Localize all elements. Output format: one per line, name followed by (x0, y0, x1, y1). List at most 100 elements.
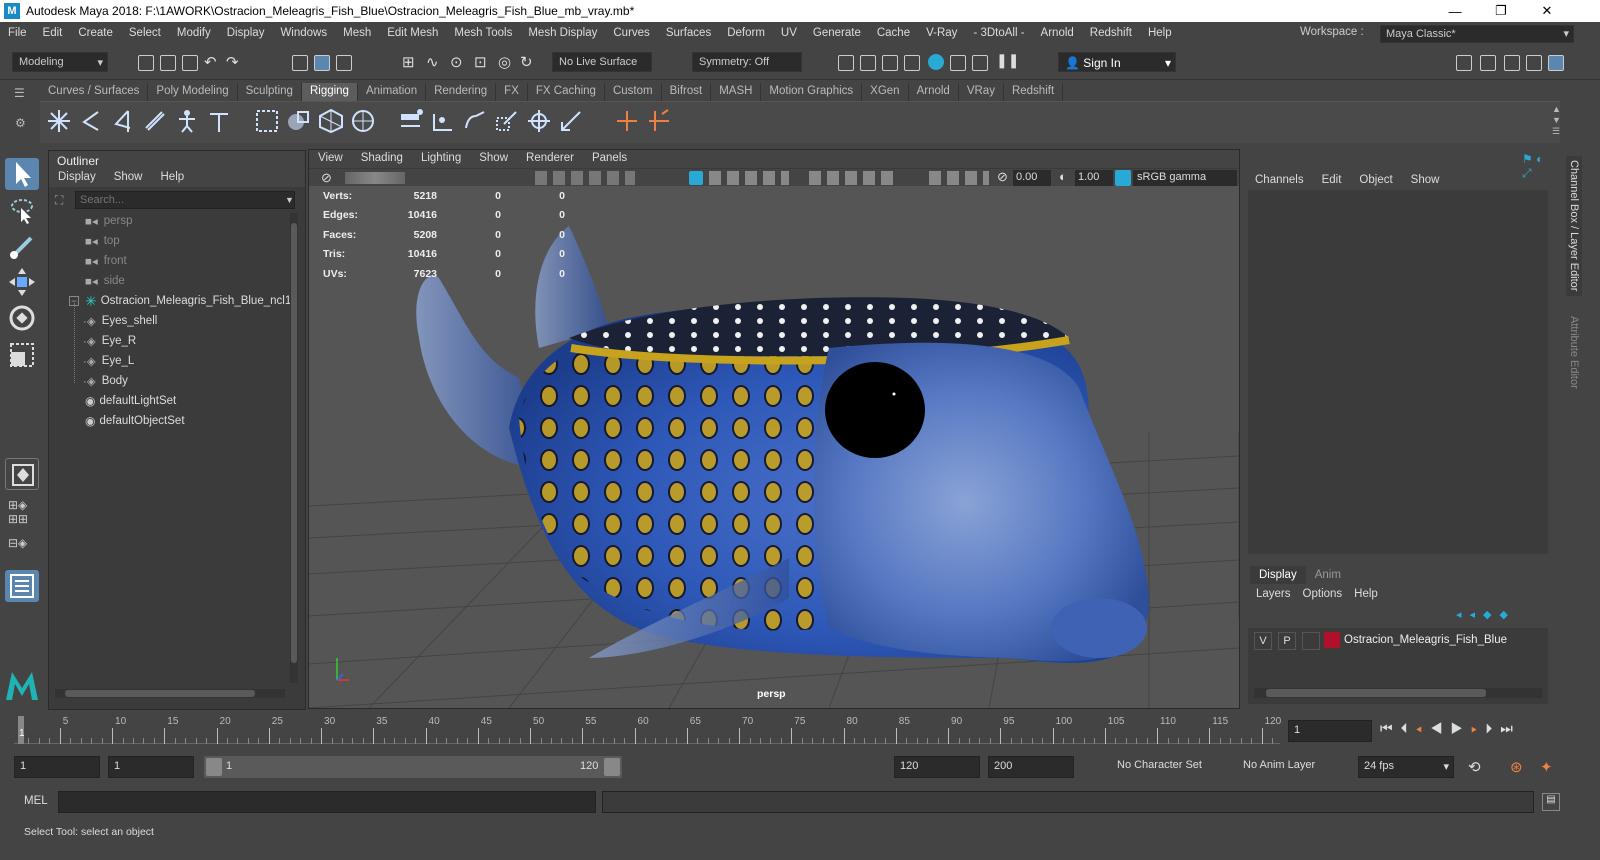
shelf-menu-icon[interactable]: ☰ (14, 86, 25, 100)
layout-single-icon[interactable]: ⊞◈ ⊞⊞ (8, 498, 28, 526)
render-settings-icon[interactable] (904, 55, 920, 71)
display-mode-icon[interactable] (709, 171, 789, 185)
paint-select-tool-icon[interactable] (5, 230, 39, 262)
playback-end-field[interactable]: 120 (894, 756, 980, 778)
channel-box-icons[interactable]: ⚑ ◐ ⤢ (1522, 152, 1552, 181)
tab-redshift[interactable]: Redshift (1004, 83, 1064, 101)
redo-icon[interactable]: ↷ (226, 53, 239, 71)
range-start-handle[interactable] (206, 758, 222, 776)
character-controls-icon[interactable] (1480, 55, 1496, 71)
layer-name[interactable]: Ostracion_Meleagris_Fish_Blue (1344, 634, 1507, 646)
bind-skin-icon[interactable] (398, 108, 424, 134)
shelf-settings-icon[interactable]: ⚙ (15, 116, 26, 130)
list-item[interactable]: ·◈ Eyes_shell (83, 311, 157, 331)
list-item[interactable]: ■◂ top (85, 231, 120, 251)
undo-icon[interactable]: ↶ (204, 53, 217, 71)
tab-curves-surfaces[interactable]: Curves / Surfaces (40, 83, 149, 101)
character-set-dropdown[interactable]: No Character Set (1112, 756, 1210, 778)
exposure-field[interactable]: 0.00 (1013, 170, 1051, 186)
menu-edit-mesh[interactable]: Edit Mesh (379, 27, 446, 39)
viewport-menu-panels[interactable]: Panels (583, 150, 636, 168)
outliner-search-input[interactable] (75, 191, 295, 209)
select-component-icon[interactable] (336, 55, 352, 71)
tab-motion-graphics[interactable]: Motion Graphics (761, 83, 863, 101)
layers-menu-layers[interactable]: Layers (1250, 586, 1297, 602)
auto-key-icon[interactable]: ⊛ (1510, 758, 1523, 776)
camera-select-icon[interactable]: ⊘ (321, 170, 332, 186)
menu-deform[interactable]: Deform (719, 27, 773, 39)
save-scene-icon[interactable] (182, 55, 198, 71)
tab-poly-modeling[interactable]: Poly Modeling (148, 83, 238, 101)
list-item[interactable]: ◉ defaultLightSet (85, 391, 176, 411)
symmetry-dropdown[interactable]: Symmetry: Off (692, 52, 802, 72)
layers-menu-help[interactable]: Help (1348, 586, 1384, 602)
tab-rendering[interactable]: Rendering (426, 83, 497, 101)
viewport-menu-renderer[interactable]: Renderer (517, 150, 583, 168)
attribute-editor-icon[interactable] (1504, 55, 1520, 71)
menu-generate[interactable]: Generate (805, 27, 869, 39)
menu-surfaces[interactable]: Surfaces (658, 27, 719, 39)
menu-help[interactable]: Help (1140, 27, 1180, 39)
menu-3dtoall[interactable]: - 3DtoAll - (965, 27, 1032, 39)
isolate-select-icon[interactable] (929, 171, 989, 185)
filter-icon[interactable]: ⛶ (55, 193, 63, 208)
list-item[interactable]: ·◈ Eye_L (83, 351, 134, 371)
point-constraint-icon[interactable] (614, 108, 640, 134)
list-item[interactable]: ·◈ Body (83, 371, 128, 391)
paint-weights-icon[interactable] (462, 108, 488, 134)
tab-sculpting[interactable]: Sculpting (238, 83, 302, 101)
go-to-end-icon[interactable]: ⏭ (1500, 720, 1521, 736)
camera-tools-icon[interactable] (345, 172, 405, 184)
menu-uv[interactable]: UV (773, 27, 805, 39)
outliner-menu-help[interactable]: Help (152, 169, 194, 187)
layer-visibility-toggle[interactable]: V (1254, 632, 1272, 650)
layer-hscrollbar[interactable] (1254, 688, 1542, 698)
workspace-dropdown[interactable]: Maya Classic* ▾ (1380, 25, 1574, 43)
tab-attribute-editor[interactable]: Attribute Editor (1566, 312, 1582, 402)
menu-windows[interactable]: Windows (272, 27, 335, 39)
outliner-menu-display[interactable]: Display (49, 169, 105, 187)
layers-menu-options[interactable]: Options (1297, 586, 1349, 602)
wire-deformer-icon[interactable] (558, 108, 584, 134)
lasso-tool-icon[interactable] (5, 194, 39, 226)
tab-arnold[interactable]: Arnold (909, 83, 959, 101)
select-hierarchy-icon[interactable] (292, 55, 308, 71)
tab-animation[interactable]: Animation (358, 83, 427, 101)
mode-dropdown[interactable]: Modeling ▾ (12, 52, 108, 72)
range-end-handle[interactable] (604, 758, 620, 776)
anim-prefs-icon[interactable]: ✦ (1540, 758, 1553, 776)
blend-shape-icon[interactable] (526, 108, 552, 134)
time-slider[interactable]: 1 5 10 15 20 25 30 35 40 45 50 55 60 65 70 75 80 85 90 95 1… (0, 712, 1600, 748)
anim-layer-dropdown[interactable]: No Anim Layer (1238, 756, 1350, 778)
channels-menu-channels[interactable]: Channels (1246, 172, 1313, 188)
viewport-menu-shading[interactable]: Shading (352, 150, 412, 168)
tab-fx-caching[interactable]: FX Caching (528, 83, 605, 101)
tool-settings-icon[interactable] (1526, 55, 1542, 71)
mirror-joint-icon[interactable] (110, 108, 136, 134)
command-input[interactable] (58, 791, 596, 813)
outliner-menu-show[interactable]: Show (105, 169, 152, 187)
modeling-toolkit-icon[interactable] (1456, 55, 1472, 71)
tab-display[interactable]: Display (1250, 566, 1306, 584)
snap-view-icon[interactable]: ⊡ (474, 53, 487, 71)
range-slider[interactable]: 1 120 (204, 756, 622, 778)
live-surface-field[interactable]: No Live Surface (552, 52, 652, 72)
menu-curves[interactable]: Curves (605, 27, 657, 39)
snap-point-icon[interactable]: ⊙ (450, 53, 463, 71)
colorspace-dropdown[interactable]: sRGB gamma (1133, 170, 1237, 186)
tab-xgen[interactable]: XGen (862, 83, 909, 101)
animation-start-field[interactable]: 1 (14, 756, 100, 778)
rotate-tool-icon[interactable] (5, 302, 39, 334)
play-forwards-icon[interactable]: ▶ (1450, 720, 1471, 736)
layer-move-icons[interactable]: ◂◂◆◆ (1456, 608, 1516, 621)
shelf-scroll-icon[interactable]: ▲ ▼ ☰ (1552, 104, 1561, 137)
current-frame-field[interactable]: 1 (1288, 720, 1372, 742)
unbind-skin-icon[interactable] (430, 108, 456, 134)
pause-icon[interactable]: ❚❚ (996, 52, 1019, 69)
snap-surface-icon[interactable]: ◎ (498, 53, 511, 71)
script-language-label[interactable]: MEL (24, 795, 48, 807)
outliner-layout-icon[interactable] (5, 570, 39, 602)
channel-box-icon[interactable] (1548, 55, 1564, 71)
menu-cache[interactable]: Cache (869, 27, 918, 39)
sign-in-button[interactable]: 👤 Sign In ▾ (1058, 52, 1176, 72)
